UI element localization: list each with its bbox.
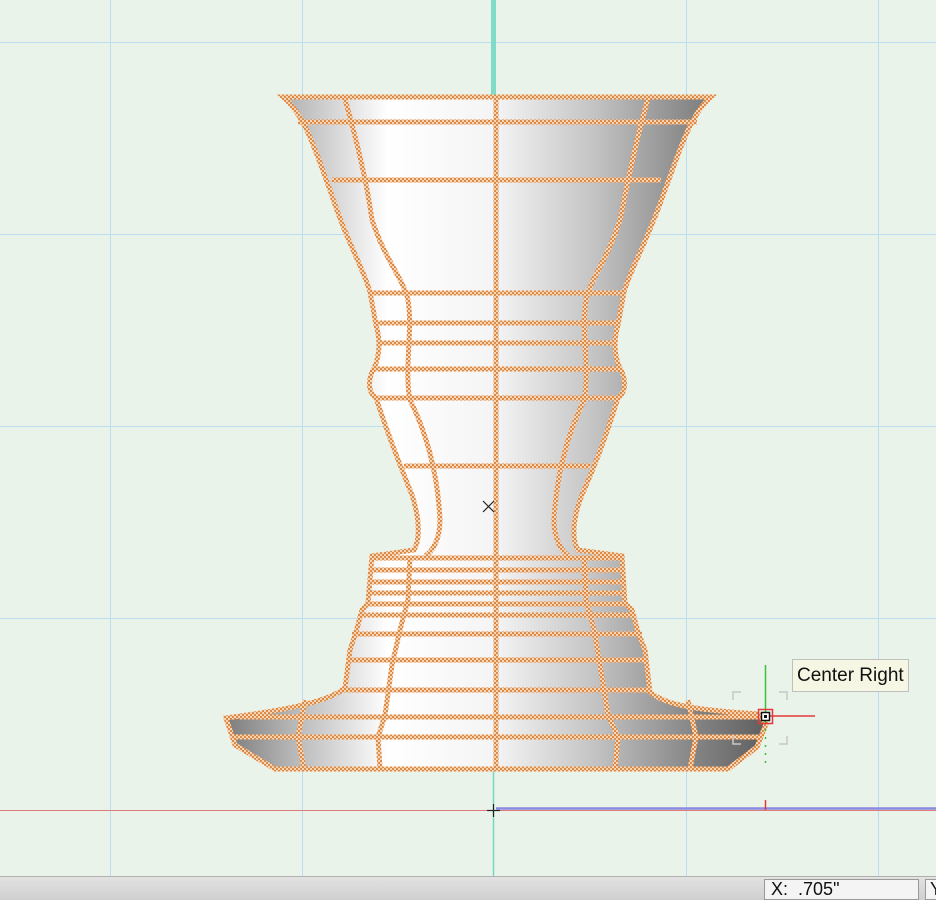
x-label: X:: [771, 879, 789, 899]
vase-object[interactable]: [222, 94, 769, 772]
y-coordinate-field[interactable]: Y: [925, 879, 936, 900]
snap-tooltip: Center Right: [792, 659, 909, 692]
status-bar: X: .705" Y: [0, 876, 936, 900]
y-label: Y: [930, 880, 936, 899]
crosshair-icon: [487, 804, 500, 817]
horizontal-axis: [0, 807, 936, 811]
drawing-canvas[interactable]: [0, 0, 936, 876]
x-value: .705": [798, 879, 840, 899]
snap-tooltip-label: Center Right: [797, 665, 904, 686]
x-coordinate-field[interactable]: X: .705": [764, 879, 919, 900]
